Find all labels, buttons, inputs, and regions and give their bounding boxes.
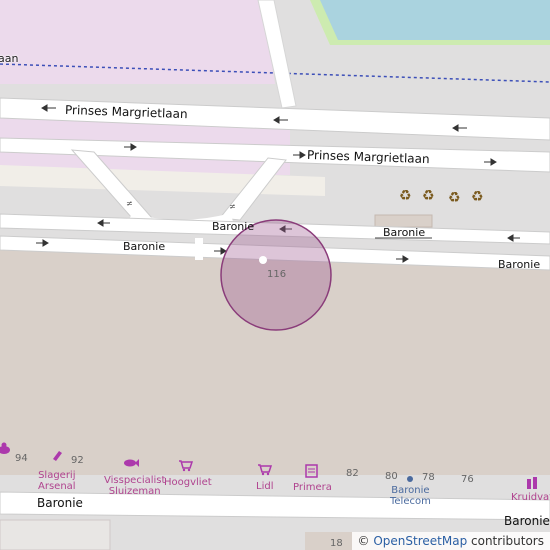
fish-icon[interactable] [123,457,139,469]
poi-label-baronie-telecom[interactable]: Baronie Telecom [390,485,431,507]
house-number: 116 [267,269,287,280]
bakery-icon[interactable] [0,441,12,455]
house-number: 18 [330,538,343,549]
poi-label-lidl[interactable]: Lidl [256,481,273,492]
svg-text:♻: ♻ [422,188,435,203]
poi-label-line: Slagerij [38,470,76,481]
telecom-dot-icon[interactable] [406,475,414,483]
poi-label-kruidvat[interactable]: Kruidvat [511,492,550,503]
osm-attribution-link[interactable]: OpenStreetMap [373,534,467,548]
poi-label-hoogvliet[interactable]: Hoogvliet [164,477,212,488]
house-number: 78 [422,472,435,483]
house-number: 76 [461,474,474,485]
svg-text:♻: ♻ [448,190,461,205]
poi-label-line: Baronie [391,485,430,496]
map-view[interactable]: ≠ ≠ aan Prinses Margrietlaan Prinses Mar… [0,0,550,550]
poi-label-slagerij[interactable]: Slagerij Arsenal [38,470,76,492]
svg-text:≠: ≠ [126,199,133,208]
newsagent-icon[interactable] [305,464,318,478]
house-number: 94 [15,453,28,464]
poi-label-visspecialist[interactable]: Visspecialist Sluizeman [104,475,165,497]
street-label-baronie-left: Baronie [123,240,166,253]
street-label-fragment: aan [0,52,19,65]
poi-label-line: Visspecialist [104,475,166,486]
poi-label-line: Telecom [390,496,431,507]
recycling-icon[interactable]: ♻ [470,188,486,204]
poi-label-primera[interactable]: Primera [293,482,332,493]
house-number: 80 [385,471,398,482]
street-label-baronie: Baronie [212,220,255,233]
street-label-baronie-bottom: Baronie [37,496,83,510]
butcher-icon[interactable] [50,448,64,462]
attribution-suffix: contributors [471,534,544,548]
poi-label-line: Sluizeman [108,486,161,497]
map-attribution: © OpenStreetMap contributors [351,532,550,550]
recycling-icon[interactable]: ♻ [398,187,414,203]
recycling-icon[interactable]: ♻ [421,187,437,203]
svg-text:♻: ♻ [399,188,412,203]
svg-text:♻: ♻ [471,189,484,204]
street-label-baronie-right: Baronie [498,258,541,271]
recycling-icon[interactable]: ♻ [447,189,463,205]
supermarket-icon[interactable] [257,463,272,476]
supermarket-icon[interactable] [178,459,193,472]
svg-text:≠: ≠ [229,202,236,211]
poi-label-line: Arsenal [38,481,76,492]
house-number: 92 [71,455,84,466]
street-label-baronie-bottom-right: Baronie [504,514,550,528]
chemist-icon[interactable] [525,475,539,490]
copyright-symbol: © [357,534,370,548]
house-number: 82 [346,468,359,479]
street-label-baronie-box: Baronie [383,226,426,239]
